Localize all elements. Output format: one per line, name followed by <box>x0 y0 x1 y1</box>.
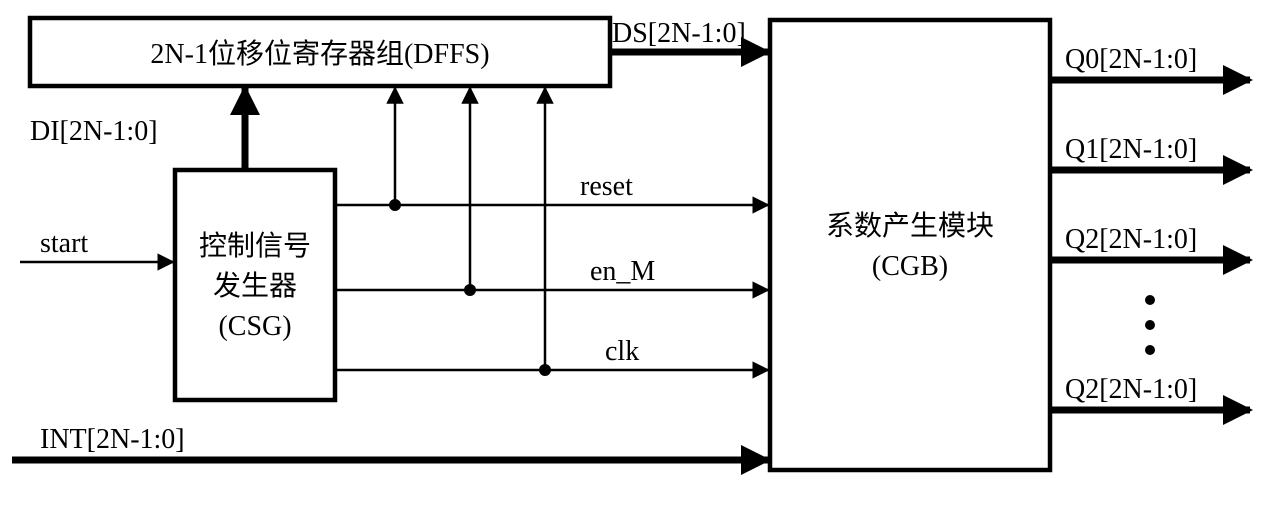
label-di: DI[2N-1:0] <box>30 116 158 147</box>
label-q2b: Q2[2N-1:0] <box>1065 374 1197 405</box>
block-dffs-label: 2N-1位移位寄存器组(DFFS) <box>150 38 489 70</box>
block-cgb-label2: (CGB) <box>872 251 948 282</box>
block-cgb-label1: 系数产生模块 <box>826 210 994 242</box>
ellipsis-dot <box>1145 320 1155 330</box>
label-clk: clk <box>605 336 639 367</box>
label-reset: reset <box>580 171 633 202</box>
label-ds: DS[2N-1:0] <box>612 18 746 49</box>
block-csg-label3: (CSG) <box>218 311 291 342</box>
block-csg-label1: 控制信号 <box>199 230 311 262</box>
block-csg-label2: 发生器 <box>213 270 297 302</box>
ellipsis-dot <box>1145 345 1155 355</box>
label-q1: Q1[2N-1:0] <box>1065 134 1197 165</box>
block-cgb <box>770 20 1050 470</box>
label-int: INT[2N-1:0] <box>40 424 185 455</box>
ellipsis-dot <box>1145 295 1155 305</box>
label-q2a: Q2[2N-1:0] <box>1065 224 1197 255</box>
block-diagram: 2N-1位移位寄存器组(DFFS) 控制信号 发生器 (CSG) 系数产生模块 … <box>0 0 1264 510</box>
label-start: start <box>40 228 88 259</box>
label-enm: en_M <box>590 256 655 287</box>
label-q0: Q0[2N-1:0] <box>1065 44 1197 75</box>
